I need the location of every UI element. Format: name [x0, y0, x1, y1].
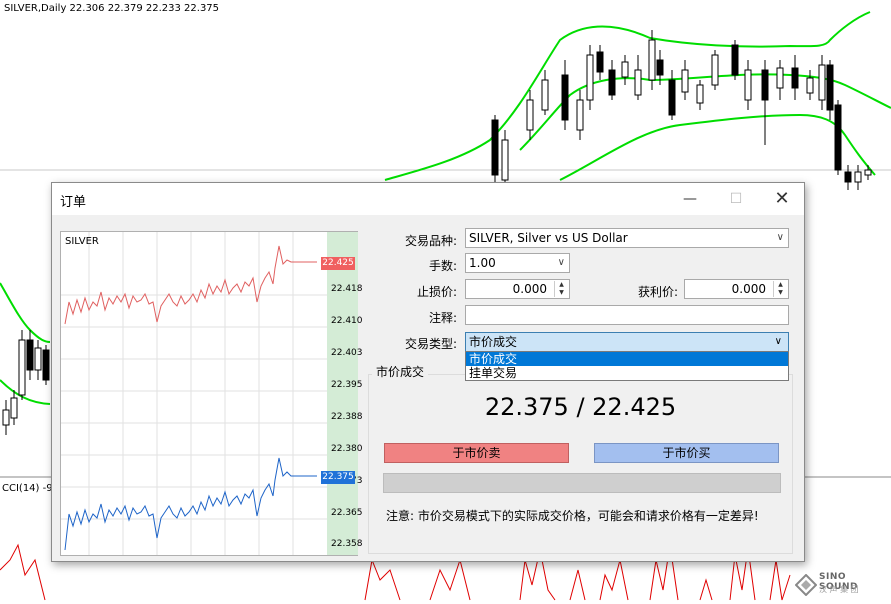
price-axis-tick: 22.403 [331, 348, 363, 358]
symbol-label: 交易品种: [404, 234, 457, 248]
chevron-down-icon: ∨ [774, 336, 782, 347]
comment-label: 注释: [428, 311, 457, 325]
order-type-label: 交易类型: [404, 337, 457, 351]
price-axis-tick: 22.380 [331, 444, 363, 454]
chevron-down-icon: ∨ [776, 232, 784, 243]
order-type-dropdown-list: 市价成交 挂单交易 [465, 351, 789, 381]
price-axis-tick: 22.388 [331, 412, 363, 422]
price-axis-tick: 22.410 [331, 316, 363, 326]
order-type-value: 市价成交 [469, 335, 518, 349]
take-profit-value: 0.000 [731, 282, 766, 296]
upper-band [384, 11, 871, 181]
volume-label: 手数: [428, 259, 457, 273]
maximize-icon[interactable]: ☐ [722, 187, 750, 211]
dialog-titlebar[interactable]: 订单 — ☐ ✕ [52, 183, 804, 215]
symbol-select[interactable]: SILVER, Silver vs US Dollar ∨ [465, 228, 789, 248]
volume-select[interactable]: 1.00 ∨ [465, 253, 570, 273]
execution-progress-bar [383, 473, 781, 493]
tick-chart-symbol: SILVER [65, 236, 99, 247]
buy-by-market-button[interactable]: 于市价买 [594, 443, 779, 463]
comment-input[interactable] [465, 305, 789, 325]
price-axis-tick: 22.418 [331, 284, 363, 294]
brand-subtitle: 汉 声 集 团 [819, 585, 859, 594]
tick-chart: SILVER 22.418 22.410 22.403 22.395 22.388 22.… [60, 231, 363, 556]
candles-right [491, 30, 872, 190]
execution-notice: 注意: 市价交易模式下的实际成交价格，可能会和请求价格有一定差异! [386, 509, 759, 523]
stop-loss-label: 止损价: [416, 285, 457, 299]
order-type-select[interactable]: 市价成交 ∨ [465, 332, 789, 352]
market-execution-title: 市价成交 [372, 363, 429, 380]
sell-by-market-button[interactable]: 于市价卖 [384, 443, 569, 463]
volume-select-value: 1.00 [469, 256, 496, 270]
take-profit-input[interactable]: 0.000 ▲ ▼ [684, 279, 789, 299]
bid-price-tag: 22.375 [321, 471, 355, 484]
brand-logo-icon [795, 574, 817, 596]
price-axis-tick: 22.365 [331, 508, 363, 518]
price-axis-tick: 22.395 [331, 380, 363, 390]
minimize-icon[interactable]: — [676, 187, 704, 211]
dialog-title: 订单 [60, 195, 87, 210]
brand-watermark: SINO SOUND 汉 声 集 团 [795, 570, 885, 600]
take-profit-label: 获利价: [637, 285, 678, 299]
close-icon[interactable]: ✕ [768, 187, 796, 211]
stop-loss-spinner[interactable]: ▲ ▼ [554, 281, 568, 297]
chart-symbol-header: SILVER,Daily 22.306 22.379 22.233 22.375 [4, 3, 220, 14]
order-type-option-pending[interactable]: 挂单交易 [466, 366, 788, 380]
tick-chart-plot: SILVER [61, 232, 327, 555]
stop-loss-value: 0.000 [512, 282, 547, 296]
bid-ask-quote: 22.375 / 22.425 [484, 393, 677, 421]
left-upper-band [0, 282, 51, 343]
tick-chart-price-axis: 22.418 22.410 22.403 22.395 22.388 22.380 22.3… [321, 232, 363, 555]
symbol-select-value: SILVER, Silver vs US Dollar [469, 231, 628, 245]
stop-loss-input[interactable]: 0.000 ▲ ▼ [465, 279, 570, 299]
order-type-option-market[interactable]: 市价成交 [466, 352, 788, 366]
take-profit-spinner[interactable]: ▲ ▼ [773, 281, 787, 297]
chevron-down-icon: ∨ [557, 257, 565, 268]
tick-chart-grid [61, 232, 327, 555]
price-axis-tick: 22.358 [331, 539, 363, 549]
candles-left [2, 330, 50, 435]
ask-price-tag: 22.425 [321, 257, 355, 270]
